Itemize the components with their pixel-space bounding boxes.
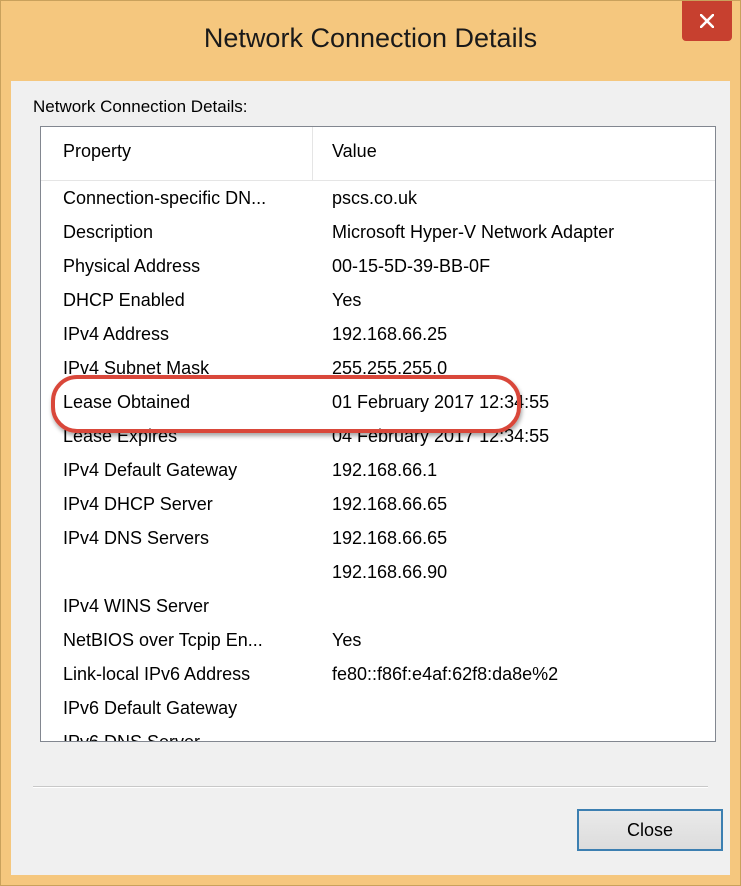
column-header-value[interactable]: Value xyxy=(332,141,377,162)
list-item[interactable]: 192.168.66.90 xyxy=(41,555,715,589)
value-cell: 255.255.255.0 xyxy=(332,358,448,378)
property-cell: IPv4 Address xyxy=(63,324,170,344)
value-cell: pscs.co.uk xyxy=(332,188,418,208)
dialog-client-area: Network Connection Details: Property Val… xyxy=(11,81,730,875)
list-header: Property Value xyxy=(41,127,715,181)
dialog-window: Network Connection Details Network Conne… xyxy=(0,0,741,886)
list-item[interactable]: IPv4 Default Gateway 192.168.66.1 xyxy=(41,453,715,487)
value-cell: Yes xyxy=(332,630,362,650)
window-close-button[interactable] xyxy=(682,1,732,41)
close-icon xyxy=(700,14,714,28)
value-cell: 01 February 2017 12:34:55 xyxy=(332,392,550,412)
list-item[interactable]: Physical Address 00-15-5D-39-BB-0F xyxy=(41,249,715,283)
property-cell: IPv4 Subnet Mask xyxy=(63,358,210,378)
close-button[interactable]: Close xyxy=(577,809,723,851)
property-cell: Connection-specific DN... xyxy=(63,188,267,208)
title-bar[interactable]: Network Connection Details xyxy=(1,1,740,81)
property-cell: DHCP Enabled xyxy=(63,290,185,310)
property-cell: Physical Address xyxy=(63,256,201,276)
details-list[interactable]: Property Value Connection-specific DN...… xyxy=(40,126,716,742)
list-item[interactable]: NetBIOS over Tcpip En... Yes xyxy=(41,623,715,657)
details-label: Network Connection Details: xyxy=(33,97,248,116)
property-cell: Description xyxy=(63,222,154,242)
value-cell: 192.168.66.25 xyxy=(332,324,448,344)
column-divider[interactable] xyxy=(312,127,313,180)
list-item[interactable]: Lease Obtained 01 February 2017 12:34:55 xyxy=(41,385,715,419)
window-title: Network Connection Details xyxy=(203,23,538,53)
value-cell: 192.168.66.65 xyxy=(332,494,448,514)
property-cell: IPv4 WINS Server xyxy=(63,596,210,616)
property-cell: IPv4 DHCP Server xyxy=(63,494,213,514)
list-item[interactable]: IPv4 Address 192.168.66.25 xyxy=(41,317,715,351)
property-cell: IPv6 DNS Server xyxy=(63,732,201,742)
value-cell: 192.168.66.90 xyxy=(332,562,448,582)
list-item[interactable]: IPv6 DNS Server xyxy=(41,725,715,742)
list-item[interactable]: IPv4 WINS Server xyxy=(41,589,715,623)
list-item[interactable]: Lease Expires 04 February 2017 12:34:55 xyxy=(41,419,715,453)
list-item[interactable]: Description Microsoft Hyper-V Network Ada… xyxy=(41,215,715,249)
value-cell: fe80::f86f:e4af:62f8:da8e%2 xyxy=(332,664,559,684)
value-cell: Microsoft Hyper-V Network Adapter xyxy=(332,222,615,242)
property-cell: Link-local IPv6 Address xyxy=(63,664,251,684)
separator-line xyxy=(33,786,708,788)
list-item[interactable]: Connection-specific DN... pscs.co.uk xyxy=(41,181,715,215)
value-cell: Yes xyxy=(332,290,362,310)
value-cell: 192.168.66.65 xyxy=(332,528,448,548)
property-cell: Lease Obtained xyxy=(63,392,191,412)
value-cell: 00-15-5D-39-BB-0F xyxy=(332,256,491,276)
value-cell: 192.168.66.1 xyxy=(332,460,438,480)
property-cell: Lease Expires xyxy=(63,426,178,446)
list-item[interactable]: DHCP Enabled Yes xyxy=(41,283,715,317)
list-item[interactable]: IPv4 DHCP Server 192.168.66.65 xyxy=(41,487,715,521)
property-cell: IPv4 Default Gateway xyxy=(63,460,238,480)
property-cell: NetBIOS over Tcpip En... xyxy=(63,630,263,650)
property-cell: IPv4 DNS Servers xyxy=(63,528,210,548)
list-item[interactable]: IPv4 DNS Servers 192.168.66.65 xyxy=(41,521,715,555)
property-cell: IPv6 Default Gateway xyxy=(63,698,238,718)
value-cell: 04 February 2017 12:34:55 xyxy=(332,426,550,446)
list-item[interactable]: Link-local IPv6 Address fe80::f86f:e4af:6… xyxy=(41,657,715,691)
list-item[interactable]: IPv6 Default Gateway xyxy=(41,691,715,725)
column-header-property[interactable]: Property xyxy=(63,141,131,162)
list-item[interactable]: IPv4 Subnet Mask 255.255.255.0 xyxy=(41,351,715,385)
